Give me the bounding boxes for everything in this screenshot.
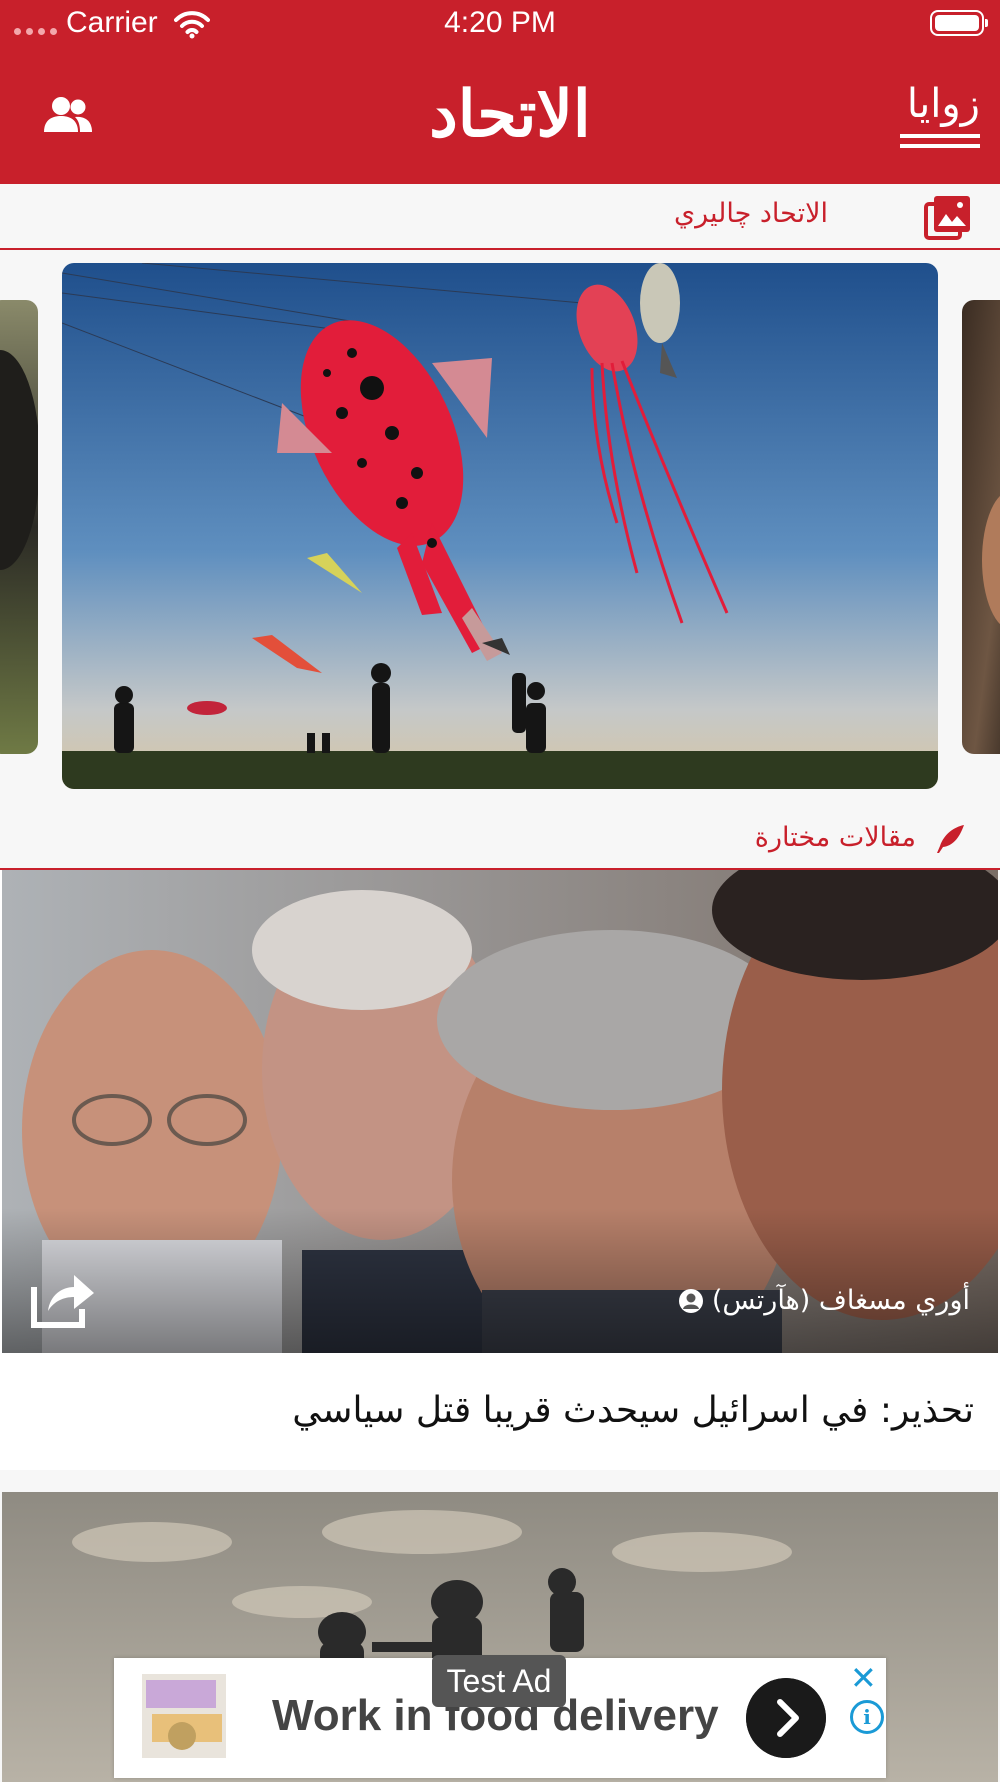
menu-line <box>900 144 980 148</box>
ad-info-icon[interactable]: i <box>850 1700 884 1734</box>
users-icon[interactable] <box>42 96 94 134</box>
menu-button[interactable]: زوايا <box>900 80 980 148</box>
logo-text: الاتحاد <box>429 77 592 152</box>
author-name: أوري مسغاف (هآرتس) <box>711 1285 970 1316</box>
gallery-next-image[interactable] <box>962 300 1000 754</box>
featured-section-title: مقالات مختارة <box>754 822 916 853</box>
article-title[interactable]: تحذير: في اسرائيل سيحدث قريبا قتل سياسي <box>34 1390 974 1431</box>
gallery-kites-image[interactable] <box>62 263 938 789</box>
menu-line <box>900 134 980 138</box>
ad-close-icon[interactable]: ✕ <box>850 1662 877 1694</box>
quill-icon <box>937 825 964 853</box>
status-time: 4:20 PM <box>444 6 556 39</box>
user-circle-icon <box>678 1288 703 1313</box>
gallery-prev-image[interactable] <box>0 300 38 754</box>
ad-cta-button[interactable] <box>746 1678 826 1758</box>
app-logo[interactable]: الاتحاد <box>405 70 615 160</box>
featured-section-header[interactable]: مقالات مختارة <box>0 808 1000 870</box>
gallery-icon <box>924 196 970 240</box>
battery-icon <box>930 10 988 36</box>
gallery-section-header[interactable]: الاتحاد چاليري <box>0 184 1000 250</box>
test-ad-badge: Test Ad <box>432 1655 566 1707</box>
menu-label: زوايا <box>906 81 980 127</box>
article-card[interactable]: أوري مسغاف (هآرتس) تحذير: في اسرائيل سيح… <box>0 870 1000 1470</box>
article-author: أوري مسغاف (هآرتس) <box>678 1285 970 1316</box>
share-icon[interactable] <box>26 1267 96 1331</box>
ad-thumbnail-image[interactable] <box>142 1674 226 1758</box>
gallery-section-title: الاتحاد چاليري <box>674 198 828 229</box>
article-image[interactable] <box>2 870 998 1353</box>
